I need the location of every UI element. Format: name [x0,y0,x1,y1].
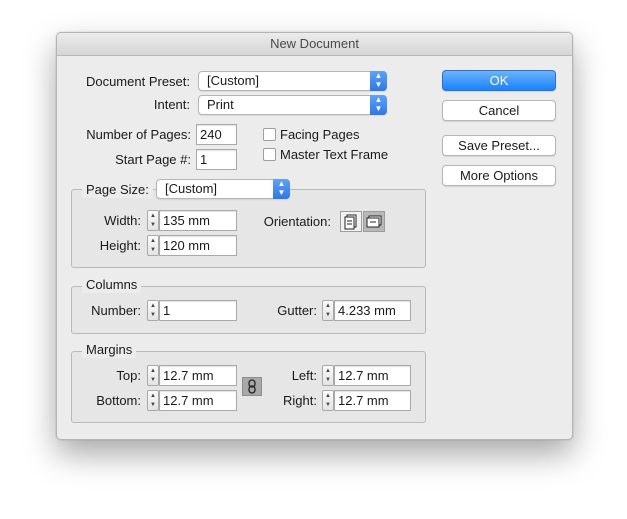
orientation-label: Orientation: [263,214,331,229]
columns-title: Columns [82,277,142,293]
document-preset-value: [Custom] [207,73,260,88]
right-margin-field[interactable]: 12.7 mm [334,390,411,411]
columns-number-field[interactable]: 1 [159,300,237,321]
document-preset-label: Document Preset: [85,74,190,89]
columns-number-value: 1 [163,303,171,318]
ok-button[interactable]: OK [442,70,556,91]
window-title: New Document [57,33,572,56]
width-stepper[interactable]: ▲ ▼ [147,210,159,231]
gutter-label: Gutter: [277,303,317,318]
facing-pages-label[interactable]: Facing Pages [280,127,360,143]
start-page-field[interactable]: 1 [196,149,237,170]
left-margin-stepper[interactable]: ▲ ▼ [322,365,334,386]
top-margin-stepper[interactable]: ▲ ▼ [147,365,159,386]
gutter-value: 4.233 mm [338,303,396,318]
left-margin-field[interactable]: 12.7 mm [334,365,411,386]
height-value: 120 mm [163,238,210,253]
facing-pages-checkbox[interactable] [263,128,276,141]
left-margin-label: Left: [291,368,317,383]
start-page-label: Start Page #: [115,152,191,167]
number-of-pages-label: Number of Pages: [86,127,191,142]
height-label: Height: [99,238,141,253]
number-of-pages-value: 240 [200,127,222,142]
top-margin-field[interactable]: 12.7 mm [159,365,237,386]
bottom-margin-stepper[interactable]: ▲ ▼ [147,390,159,411]
width-value: 135 mm [163,213,210,228]
top-margin-label: Top: [116,368,141,383]
cancel-button[interactable]: Cancel [442,100,556,121]
top-margin-value: 12.7 mm [163,368,214,383]
width-field[interactable]: 135 mm [159,210,237,231]
number-of-pages-field[interactable]: 240 [196,124,237,145]
new-document-dialog: New Document Document Preset: [Custom] ▲… [56,32,573,440]
save-preset-button[interactable]: Save Preset... [442,135,556,156]
start-page-value: 1 [200,152,208,167]
page-size-select[interactable]: [Custom] ▲ ▼ [156,179,290,199]
master-text-frame-checkbox[interactable] [263,148,276,161]
right-margin-label: Right: [283,393,317,408]
chevron-updown-icon: ▲ ▼ [273,179,290,199]
intent-value: Print [207,97,234,112]
page-size-value: [Custom] [165,181,218,196]
height-stepper[interactable]: ▲ ▼ [147,235,159,256]
margins-title: Margins [82,342,137,358]
more-options-button[interactable]: More Options [442,165,556,186]
width-label: Width: [104,213,141,228]
orientation-portrait-button[interactable] [340,211,362,232]
height-field[interactable]: 120 mm [159,235,237,256]
intent-label: Intent: [153,97,190,112]
bottom-margin-label: Bottom: [96,393,141,408]
master-text-frame-label[interactable]: Master Text Frame [280,147,388,163]
right-margin-stepper[interactable]: ▲ ▼ [322,390,334,411]
document-preset-select[interactable]: [Custom] ▲ ▼ [198,71,387,91]
orientation-landscape-button[interactable] [363,211,385,232]
gutter-stepper[interactable]: ▲ ▼ [322,300,334,321]
gutter-field[interactable]: 4.233 mm [334,300,411,321]
intent-select[interactable]: Print ▲ ▼ [198,95,387,115]
right-margin-value: 12.7 mm [338,393,389,408]
columns-number-stepper[interactable]: ▲ ▼ [147,300,159,321]
page-size-label: Page Size: [82,182,153,198]
left-margin-value: 12.7 mm [338,368,389,383]
columns-number-label: Number: [91,303,141,318]
landscape-page-icon [366,215,382,228]
bottom-margin-field[interactable]: 12.7 mm [159,390,237,411]
bottom-margin-value: 12.7 mm [163,393,214,408]
chevron-updown-icon: ▲ ▼ [370,71,387,91]
chevron-updown-icon: ▲ ▼ [370,95,387,115]
portrait-page-icon [344,214,357,230]
